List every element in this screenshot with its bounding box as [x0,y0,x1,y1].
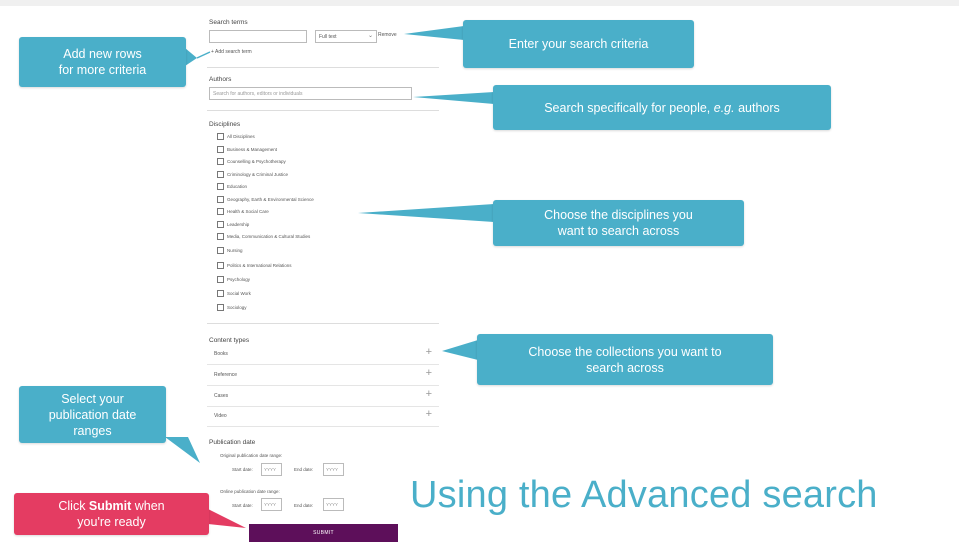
pointer-disciplines [358,204,494,222]
discipline-checkbox-item[interactable]: Media, Communication & Cultural Studies [217,232,310,241]
original-end-date-input[interactable]: YYYY [323,463,344,476]
authors-input[interactable]: Search for authors, editors or individua… [209,87,412,100]
divider [207,67,439,68]
discipline-checkbox-item[interactable]: Sociology [217,303,247,312]
end-date-label: End date: [294,503,314,508]
discipline-checkbox-item[interactable]: Nursing [217,246,243,255]
discipline-checkbox-item[interactable]: Business & Management [217,145,277,154]
checkbox[interactable] [217,195,224,203]
content-type-label: Reference [214,372,238,378]
original-date-range-label: Original publication date range: [220,453,283,458]
callout-search-people: Search specifically for people, e.g. aut… [493,85,831,130]
discipline-checkbox-item[interactable]: Health & Social Care [217,207,269,216]
discipline-checkbox-item[interactable]: Counselling & Psychotherapy [217,157,286,166]
plus-icon[interactable]: + [426,347,432,358]
checkbox[interactable] [217,183,224,190]
plus-icon[interactable]: + [426,389,432,400]
divider [207,110,439,111]
remove-row-link[interactable]: Remove [378,32,397,38]
checkbox[interactable] [217,170,224,178]
callout-submit: Click Submit when you're ready [14,493,209,535]
end-date-label: End date: [294,467,314,472]
publication-date-label: Publication date [209,439,256,446]
pointer-enter-criteria [404,26,464,40]
search-field-select[interactable]: Full text ⌄ [315,30,377,43]
checkbox[interactable] [217,145,224,153]
submit-button[interactable]: SUBMIT [249,524,398,542]
checkbox[interactable] [217,133,224,140]
divider [207,323,439,324]
discipline-checkbox-item[interactable]: Education [217,182,247,191]
content-type-video[interactable]: Video + [207,406,439,427]
pointer-add-rows [185,48,197,66]
content-type-books[interactable]: Books + [207,344,439,365]
original-start-date-input[interactable]: YYYY [261,463,282,476]
checkbox[interactable] [217,262,224,269]
checkbox[interactable] [217,220,224,228]
search-field-select-value: Full text [319,34,337,40]
plus-icon[interactable]: + [426,409,432,420]
content-type-label: Books [214,351,228,357]
pointer-submit [208,509,246,528]
top-divider [0,0,959,6]
checkbox[interactable] [217,208,224,215]
pointer-date [165,437,200,463]
content-type-reference[interactable]: Reference + [207,365,439,386]
search-terms-label: Search terms [209,19,248,26]
callout-enter-criteria: Enter your search criteria [463,20,694,68]
online-date-range-label: Online publication date range: [220,489,280,494]
pointer-collections [442,340,478,360]
callout-disciplines: Choose the disciplines you want to searc… [493,200,744,246]
discipline-checkbox-item[interactable]: Psychology [217,275,250,284]
checkbox[interactable] [217,290,224,297]
discipline-checkbox-item[interactable]: Politics & International Relations [217,261,292,270]
online-start-date-input[interactable]: YYYY [261,498,282,511]
search-term-input[interactable] [209,30,307,43]
start-date-label: Start date: [232,467,253,472]
pointer-authors [413,92,494,104]
content-type-label: Video [214,413,227,419]
authors-label: Authors [209,76,232,83]
add-search-term-link[interactable]: + Add search term [211,49,252,55]
discipline-checkbox-item[interactable]: Social Work [217,289,251,298]
content-type-cases[interactable]: Cases + [207,386,439,407]
online-end-date-input[interactable]: YYYY [323,498,344,511]
start-date-label: Start date: [232,503,253,508]
discipline-checkbox-item[interactable]: Leadership [217,220,249,229]
plus-icon[interactable]: + [426,368,432,379]
slide-title: Using the Advanced search [410,474,878,516]
discipline-checkbox-item[interactable]: Criminology & Criminal Justice [217,170,288,179]
checkbox[interactable] [217,304,224,311]
callout-add-rows: Add new rows for more criteria [19,37,186,87]
content-types-label: Content types [209,337,250,344]
chevron-down-icon: ⌄ [367,33,373,39]
discipline-checkbox-item[interactable]: All Disciplines [217,132,255,141]
pointer-add-rows-line [196,51,211,59]
checkbox[interactable] [217,276,224,283]
callout-publication-date: Select your publication date ranges [19,386,166,443]
checkbox[interactable] [217,233,224,240]
discipline-checkbox-item[interactable]: Geography, Earth & Environmental Science [217,195,314,204]
disciplines-label: Disciplines [209,121,241,128]
callout-collections: Choose the collections you want to searc… [477,334,773,385]
checkbox[interactable] [217,247,224,254]
content-type-label: Cases [214,393,229,399]
checkbox[interactable] [217,158,224,165]
